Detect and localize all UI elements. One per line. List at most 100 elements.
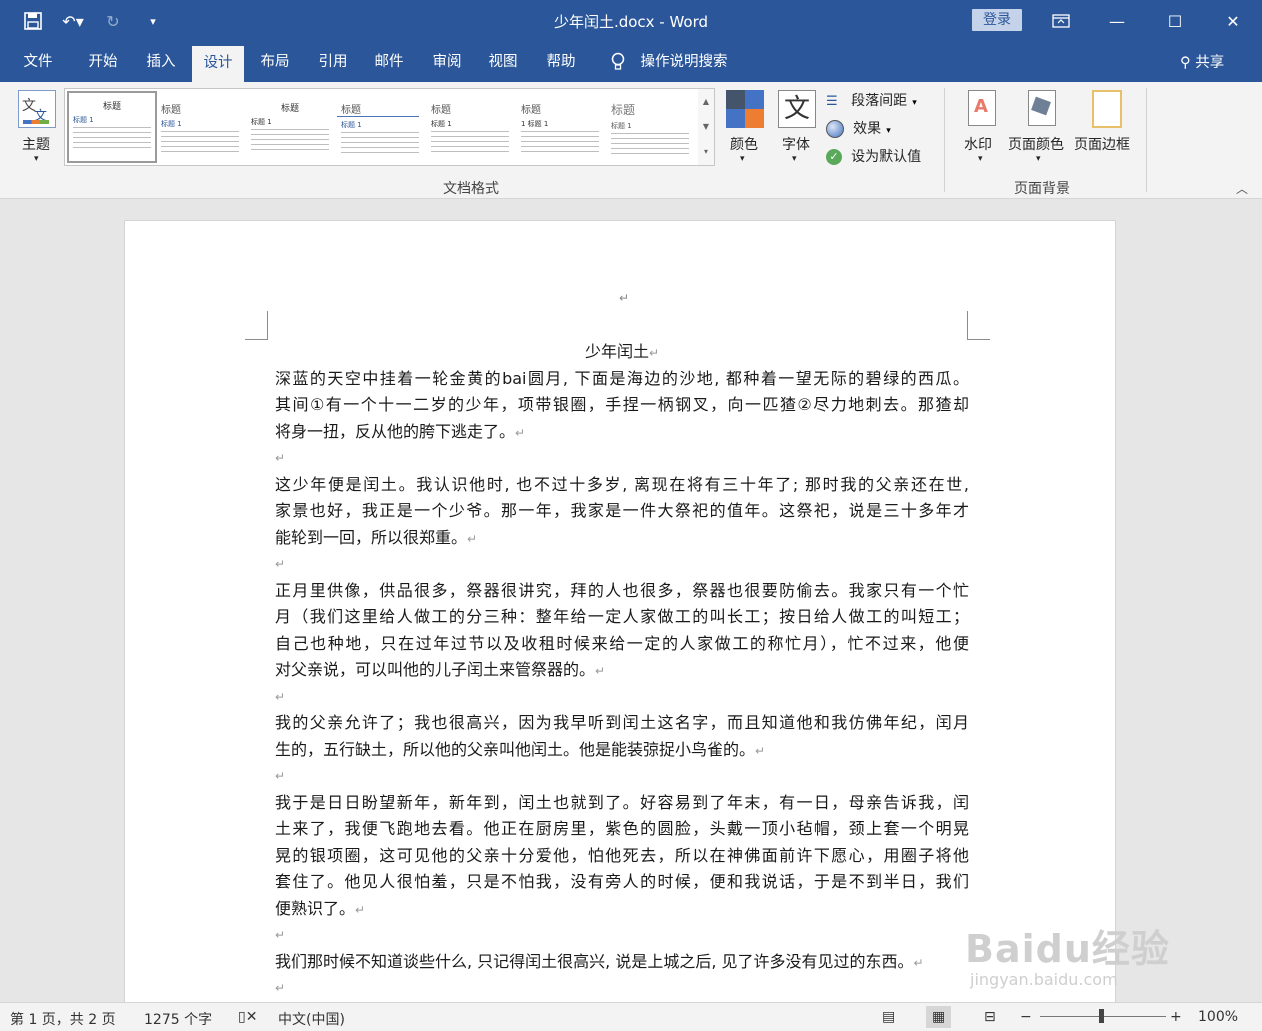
text-line: 将身一扭，反从他的胯下逃走了。↵ xyxy=(275,421,526,441)
collapse-ribbon-icon[interactable]: ︿ xyxy=(1236,180,1248,197)
style-set-title: 标题 xyxy=(280,104,299,114)
fonts-button[interactable]: 文 字体 ▾ xyxy=(776,88,818,172)
effects-icon xyxy=(826,119,844,138)
word-count[interactable]: 1275 个字 xyxy=(144,1009,212,1029)
style-set-item[interactable]: 标题 标题 1 xyxy=(427,95,513,159)
page-color-label: 页面颜色 xyxy=(1008,137,1064,153)
style-set-gallery: 标题 标题 1 标题 标题 1 标题 标题 1 标题 标题 1 标题 标题 1 … xyxy=(64,88,700,166)
close-icon[interactable]: ✕ xyxy=(1204,0,1262,42)
tell-me-search[interactable]: 操作说明搜索 xyxy=(634,42,734,82)
gallery-scroll[interactable]: ▲ ▼ ▾ xyxy=(698,88,715,166)
paragraph-mark: ↵ xyxy=(619,291,630,305)
style-set-subtitle: 标题 1 xyxy=(161,120,182,128)
page-count[interactable]: 第 1 页，共 2 页 xyxy=(10,1009,116,1029)
empty-paragraph: ↵ xyxy=(275,981,286,995)
print-layout-icon[interactable]: ▦ xyxy=(926,1006,952,1028)
text-line: 我们那时候不知道谈些什么, 只记得闰土很高兴, 说是上城之后, 见了许多没有见过… xyxy=(275,951,924,971)
empty-paragraph: ↵ xyxy=(275,928,286,942)
ribbon-divider xyxy=(1146,88,1147,192)
tab-help[interactable]: 帮助 xyxy=(532,42,590,82)
style-set-subtitle: 1 标题 1 xyxy=(521,120,549,128)
gallery-down-icon[interactable]: ▼ xyxy=(698,114,714,139)
set-default-label: 设为默认值 xyxy=(851,149,922,165)
group-label-page-bg: 页面背景 xyxy=(1014,181,1070,197)
colors-label: 颜色 xyxy=(730,137,758,153)
chevron-down-icon: ▾ xyxy=(978,154,983,164)
style-set-item[interactable]: 标题 标题 1 xyxy=(607,95,693,159)
style-set-item[interactable]: 标题 标题 1 xyxy=(247,95,333,159)
zoom-out-icon[interactable]: − xyxy=(1020,1009,1032,1025)
text-line: 正月里供像，供品很多，祭器很讲究，拜的人也很多，祭器也很要防偷去。我家只有一个忙 xyxy=(275,580,969,600)
ribbon-design: 文 文 主题 ▾ 标题 标题 1 标题 标题 1 标题 标题 1 标题 标题 1 xyxy=(0,82,1262,199)
watermark-label: 水印 xyxy=(964,137,992,153)
tab-references[interactable]: 引用 xyxy=(304,42,362,82)
ribbon-display-options-icon[interactable] xyxy=(1032,0,1090,42)
empty-paragraph: ↵ xyxy=(275,769,286,783)
set-default-button[interactable]: ✓ 设为默认值 xyxy=(826,146,946,168)
lightbulb-icon xyxy=(604,42,632,82)
ribbon-tabs: 文件 开始 插入 设计 布局 引用 邮件 审阅 视图 帮助 操作说明搜索 ⚲ 共… xyxy=(0,42,1262,82)
tab-design[interactable]: 设计 xyxy=(192,46,244,82)
text-line: 能轮到一回，所以很郑重。↵ xyxy=(275,527,478,547)
style-set-title: 标题 xyxy=(431,105,451,116)
read-mode-icon[interactable]: ▤ xyxy=(882,1009,895,1025)
style-set-item[interactable]: 标题 标题 1 xyxy=(157,95,243,159)
style-set-item[interactable]: 标题 标题 1 xyxy=(337,95,423,159)
effects-label: 效果 xyxy=(853,121,882,137)
chevron-down-icon: ▾ xyxy=(740,154,745,164)
text-line: 便熟识了。↵ xyxy=(275,898,366,918)
minimize-icon[interactable]: — xyxy=(1088,0,1146,42)
group-label-doc-format: 文档格式 xyxy=(443,181,499,197)
themes-button[interactable]: 文 文 主题 ▾ xyxy=(12,88,62,172)
chevron-down-icon: ▾ xyxy=(1036,154,1041,164)
maximize-icon[interactable]: ☐ xyxy=(1146,0,1204,42)
zoom-slider-thumb[interactable] xyxy=(1099,1009,1104,1023)
colors-button[interactable]: 颜色 ▾ xyxy=(724,88,766,172)
document-body[interactable]: 少年闰土↵ 深蓝的天空中挂着一轮金黄的bai圆月, 下面是海边的沙地, 都种着一… xyxy=(275,339,969,1002)
text-line: 深蓝的天空中挂着一轮金黄的bai圆月, 下面是海边的沙地, 都种着一望无际的碧绿… xyxy=(275,368,969,388)
zoom-level[interactable]: 100% xyxy=(1198,1009,1238,1025)
tab-mailings[interactable]: 邮件 xyxy=(360,42,418,82)
paragraph-spacing-label: 段落间距 xyxy=(851,93,908,109)
person-icon: ⚲ xyxy=(1180,55,1191,71)
text-line: 土来了，我便飞跑地去看。他正在厨房里，紫色的圆脸，头戴一顶小毡帽，颈上套一个明晃 xyxy=(275,819,969,838)
share-button[interactable]: ⚲ 共享 xyxy=(1180,42,1224,82)
crop-mark xyxy=(967,311,990,340)
tab-file[interactable]: 文件 xyxy=(10,42,66,82)
text-line: 我于是日日盼望新年，新年到，闰土也就到了。好容易到了年末，有一日，母亲告诉我，闰 xyxy=(275,792,969,812)
tab-view[interactable]: 视图 xyxy=(474,42,532,82)
language-indicator[interactable]: 中文(中国) xyxy=(278,1009,345,1029)
document-area[interactable]: ↵ 少年闰土↵ 深蓝的天空中挂着一轮金黄的bai圆月, 下面是海边的沙地, 都种… xyxy=(0,199,1262,1002)
style-set-item[interactable]: 标题 1 标题 1 xyxy=(517,95,603,159)
style-set-subtitle: 标题 1 xyxy=(251,118,272,126)
style-set-title: 标题 xyxy=(161,105,181,116)
proofing-icon[interactable]: ▯✕ xyxy=(238,1009,257,1025)
text-line: 套住了。他见人很怕羞，只是不怕我，没有旁人的时候，便和我说话，于是不到半日，我们 xyxy=(275,872,969,891)
text-line: 这少年便是闰土。我认识他时, 也不过十多岁, 离现在将有三十年了; 那时我的父亲… xyxy=(275,474,969,494)
document-page[interactable]: ↵ 少年闰土↵ 深蓝的天空中挂着一轮金黄的bai圆月, 下面是海边的沙地, 都种… xyxy=(124,220,1116,1002)
gallery-more-icon[interactable]: ▾ xyxy=(698,139,714,164)
text-line: 晃的银项圈，这可见他的父亲十分爱他，怕他死去，所以在神佛面前许下愿心，用圈子将他 xyxy=(275,845,969,865)
tab-review[interactable]: 审阅 xyxy=(418,42,476,82)
document-title: 少年闰土↵ xyxy=(584,342,660,361)
ribbon-divider xyxy=(944,88,945,192)
baidu-watermark: Baidu经验 xyxy=(965,927,1170,971)
page-borders-button[interactable]: 页面边框 xyxy=(1074,88,1138,172)
share-label: 共享 xyxy=(1195,55,1225,71)
tab-insert[interactable]: 插入 xyxy=(132,42,190,82)
web-layout-icon[interactable]: ⊟ xyxy=(984,1009,996,1025)
tab-home[interactable]: 开始 xyxy=(74,42,132,82)
baidu-watermark-url: jingyan.baidu.com xyxy=(970,970,1118,989)
style-set-title: 标题 xyxy=(102,102,121,112)
watermark-button[interactable]: A 水印 ▾ xyxy=(960,88,1004,172)
login-button[interactable]: 登录 xyxy=(972,9,1022,31)
text-line: 月（我们这里给人做工的分三种：整年给一定人家做工的叫长工；按日给人做工的叫短工； xyxy=(275,607,969,626)
gallery-up-icon[interactable]: ▲ xyxy=(698,89,714,114)
page-color-button[interactable]: 页面颜色 ▾ xyxy=(1008,88,1074,172)
style-set-item[interactable]: 标题 标题 1 xyxy=(67,91,157,163)
paragraph-spacing-button[interactable]: ☰ 段落间距 ▾ xyxy=(826,90,936,112)
effects-button[interactable]: 效果 ▾ xyxy=(826,118,936,140)
chevron-down-icon: ▾ xyxy=(792,154,797,164)
zoom-in-icon[interactable]: + xyxy=(1170,1009,1182,1025)
tab-layout[interactable]: 布局 xyxy=(246,42,304,82)
